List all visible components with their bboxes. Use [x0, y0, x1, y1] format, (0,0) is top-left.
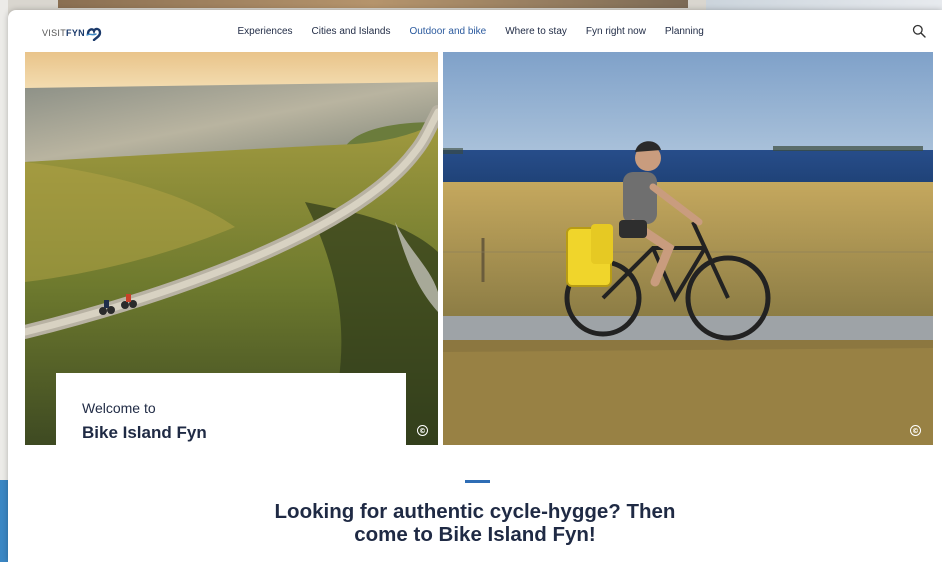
hero-image-cyclist [443, 52, 933, 445]
nav-cities-and-islands[interactable]: Cities and Islands [302, 26, 400, 37]
visitfyn-logo[interactable]: VISIT FYN [42, 23, 102, 43]
welcome-title: Bike Island Fyn [82, 423, 207, 442]
cyclist-illustration [443, 52, 933, 445]
nav-where-to-stay[interactable]: Where to stay [496, 26, 577, 37]
intro-headline-line1: Looking for authentic cycle-hygge? Then [274, 500, 676, 523]
search-icon[interactable] [912, 24, 926, 38]
site-header: VISIT FYN Experiences Cities and Islands… [8, 10, 942, 52]
copyright-icon[interactable]: © [910, 425, 921, 436]
logo-visit-text: VISIT [42, 28, 67, 38]
background-page-image [58, 0, 688, 8]
nav-planning[interactable]: Planning [655, 26, 713, 37]
main-navigation: Experiences Cities and Islands Outdoor a… [228, 10, 713, 52]
background-page-edge [0, 0, 8, 480]
intro-headline: Looking for authentic cycle-hygge? Then … [8, 500, 942, 546]
welcome-subtitle: Welcome to [82, 400, 156, 416]
nav-experiences[interactable]: Experiences [228, 26, 302, 37]
background-page-map [706, 0, 942, 10]
nav-fyn-right-now[interactable]: Fyn right now [576, 26, 655, 37]
intro-headline-line2: come to Bike Island Fyn! [354, 523, 596, 546]
nav-outdoor-and-bike[interactable]: Outdoor and bike [400, 26, 496, 37]
welcome-card: Welcome to Bike Island Fyn [56, 373, 406, 449]
copyright-icon[interactable]: © [417, 425, 428, 436]
section-accent-divider [465, 480, 490, 483]
heart-wave-logo-icon [86, 27, 102, 41]
logo-fyn-text: FYN [66, 28, 85, 38]
browser-page: VISIT FYN Experiences Cities and Islands… [8, 10, 942, 562]
